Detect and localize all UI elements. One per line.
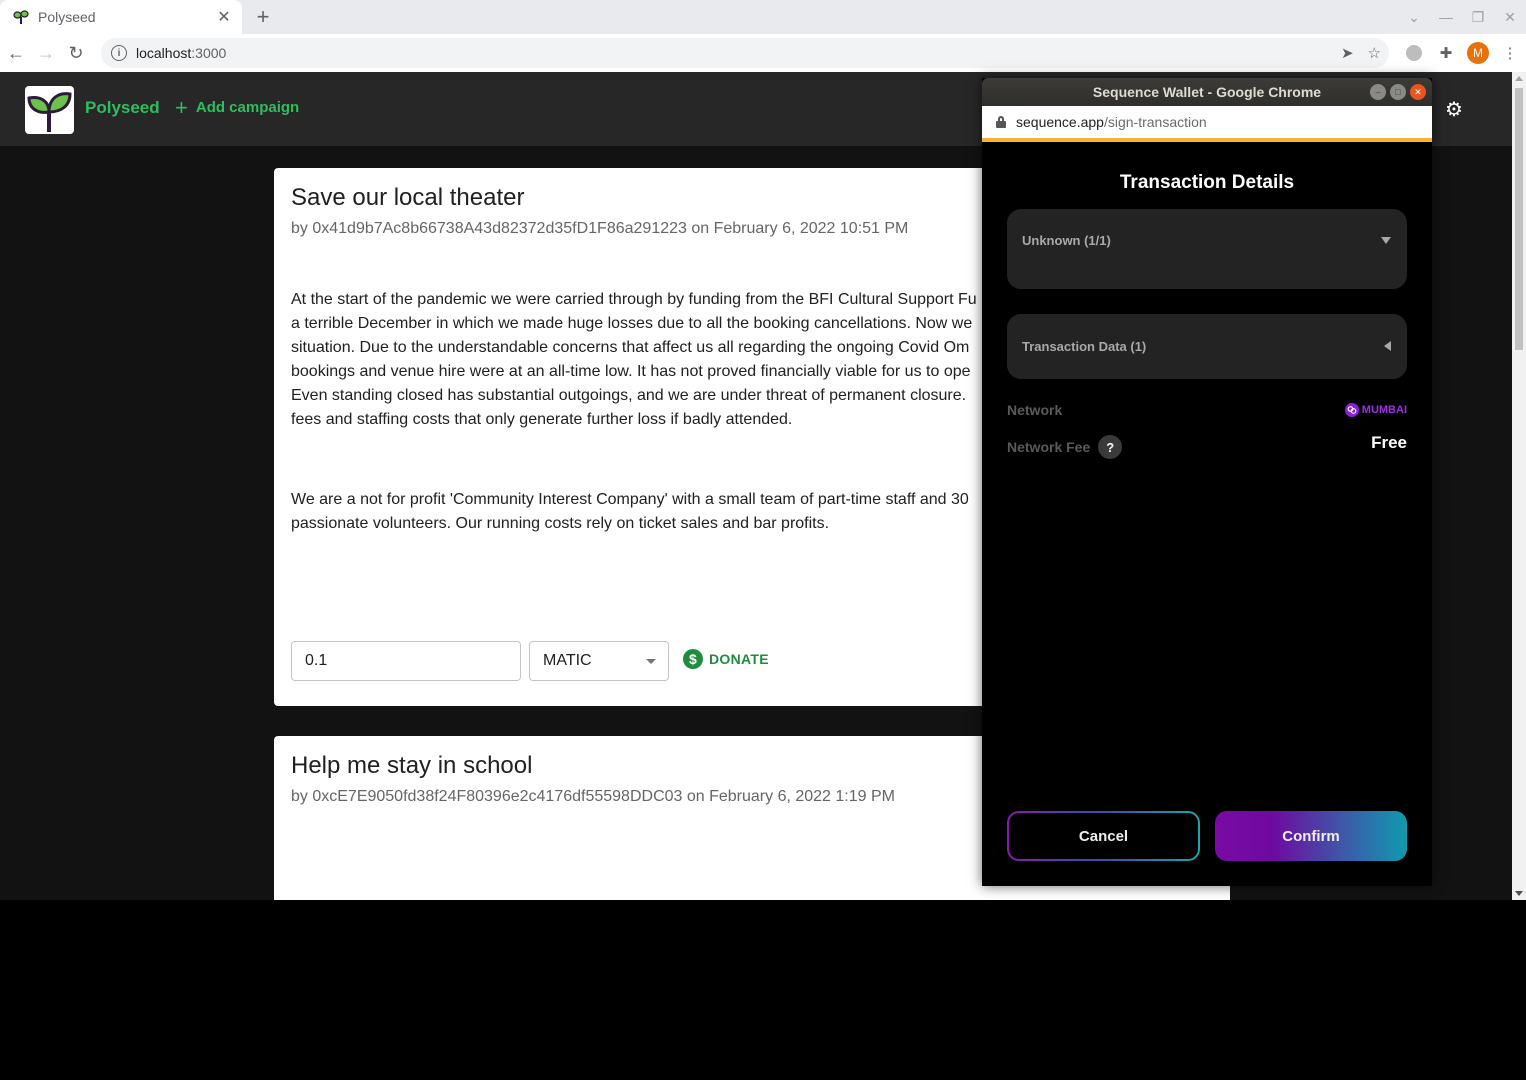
polygon-icon — [1344, 403, 1359, 417]
dropdown-caret-icon — [646, 659, 656, 664]
campaign-meta: by 0xcE7E9050fd38f24F80396e2c4176df55598… — [291, 788, 895, 805]
network-badge: MUMBAI — [1344, 403, 1407, 417]
caret-down-icon — [1381, 237, 1391, 244]
transaction-data-accordion[interactable]: Transaction Data (1) — [1007, 314, 1407, 379]
site-info-icon[interactable]: i — [111, 45, 127, 61]
url-port: :3000 — [191, 45, 227, 61]
kebab-menu-icon[interactable]: ⋮ — [1494, 44, 1526, 62]
caret-left-icon — [1384, 341, 1391, 351]
network-fee-row: Network Fee ? Free — [1007, 433, 1407, 459]
extension-globe-icon[interactable] — [1398, 45, 1430, 61]
network-value: MUMBAI — [1361, 404, 1407, 416]
minimize-icon[interactable]: — — [1430, 9, 1462, 25]
send-icon[interactable]: ➤ — [1341, 44, 1354, 62]
help-icon[interactable]: ? — [1098, 435, 1123, 459]
currency-select[interactable]: MATIC — [529, 641, 669, 681]
page-scrollbar[interactable] — [1512, 72, 1526, 900]
currency-value: MATIC — [543, 652, 592, 669]
popup-window-title: Sequence Wallet - Google Chrome — [1092, 84, 1322, 100]
donate-label: DONATE — [709, 651, 769, 667]
donation-amount-input[interactable]: 0.1 — [291, 641, 521, 681]
brand-link[interactable]: Polyseed — [85, 98, 160, 118]
tab-close-icon[interactable]: ✕ — [214, 7, 234, 27]
desktop-background — [0, 900, 1526, 1080]
popup-url-host: sequence.app — [1016, 114, 1104, 130]
restore-icon[interactable]: ❐ — [1462, 9, 1494, 26]
popup-address-bar: sequence.app/sign-transaction — [982, 106, 1432, 138]
network-fee-value: Free — [1371, 433, 1407, 452]
browser-tab-bar: Polyseed ✕ + ⌄ — ❐ ✕ — [0, 0, 1526, 34]
network-label: Network — [1007, 402, 1063, 418]
network-row: Network MUMBAI — [1007, 400, 1407, 424]
popup-close-icon[interactable]: ✕ — [1410, 84, 1426, 100]
add-campaign-button[interactable]: + Add campaign — [175, 94, 300, 120]
popup-titlebar[interactable]: Sequence Wallet - Google Chrome – □ ✕ — [982, 78, 1432, 106]
accordion-label: Transaction Data (1) — [1022, 339, 1147, 354]
transaction-heading: Transaction Details — [1119, 172, 1295, 193]
popup-window-controls: – □ ✕ — [1370, 84, 1426, 100]
accordion-label: Unknown (1/1) — [1022, 233, 1111, 248]
toolbar-extensions: ✚ M ⋮ — [1398, 34, 1526, 72]
reload-icon[interactable]: ↻ — [62, 39, 90, 67]
browser-tab[interactable]: Polyseed ✕ — [0, 0, 242, 34]
sequence-wallet-popup: Sequence Wallet - Google Chrome – □ ✕ se… — [982, 78, 1432, 886]
popup-maximize-icon[interactable]: □ — [1390, 84, 1406, 100]
transaction-panel: Transaction Details Unknown (1/1) Transa… — [982, 142, 1432, 886]
popup-url-path: /sign-transaction — [1103, 114, 1207, 130]
scroll-thumb[interactable] — [1515, 88, 1523, 350]
add-campaign-label: Add campaign — [195, 99, 300, 116]
back-icon[interactable]: ← — [2, 39, 30, 67]
confirm-button[interactable]: Confirm — [1215, 811, 1407, 861]
address-bar[interactable]: i localhost:3000 ➤ ☆ — [101, 38, 1389, 68]
campaign-title: Save our local theater — [291, 184, 525, 211]
browser-toolbar: ← → ↻ i localhost:3000 ➤ ☆ ✚ M ⋮ — [0, 34, 1526, 72]
scroll-up-icon[interactable] — [1515, 76, 1523, 81]
tab-title: Polyseed — [38, 9, 96, 25]
profile-avatar[interactable]: M — [1462, 42, 1494, 64]
close-window-icon[interactable]: ✕ — [1494, 9, 1526, 26]
scroll-down-icon[interactable] — [1515, 891, 1523, 896]
network-fee-label: Network Fee — [1007, 439, 1091, 455]
extensions-puzzle-icon[interactable]: ✚ — [1430, 44, 1462, 62]
polyseed-favicon-icon — [13, 9, 29, 25]
omnibox-actions: ➤ ☆ — [1341, 38, 1381, 68]
unknown-transaction-accordion[interactable]: Unknown (1/1) — [1007, 209, 1407, 289]
campaign-title: Help me stay in school — [291, 752, 533, 779]
donate-button[interactable]: $ DONATE — [683, 649, 769, 669]
url-host: localhost — [136, 45, 192, 61]
window-controls: ⌄ — ❐ ✕ — [1398, 0, 1526, 34]
network-fee-label-group: Network Fee ? — [1007, 435, 1123, 459]
bookmark-star-icon[interactable]: ☆ — [1368, 44, 1381, 62]
forward-icon[interactable]: → — [32, 39, 60, 67]
dollar-icon: $ — [683, 649, 703, 669]
polyseed-logo[interactable] — [25, 86, 74, 134]
popup-minimize-icon[interactable]: – — [1370, 84, 1386, 100]
new-tab-button[interactable]: + — [252, 4, 274, 29]
cancel-button[interactable]: Cancel — [1007, 811, 1200, 861]
campaign-meta: by 0x41d9b7Ac8b66738A43d82372d35fD1F86a2… — [291, 220, 909, 237]
settings-gear-icon[interactable]: ⚙ — [1443, 98, 1465, 121]
plus-icon: + — [175, 94, 188, 120]
url-text: localhost:3000 — [136, 45, 226, 61]
lock-icon — [996, 116, 1006, 128]
tab-search-icon[interactable]: ⌄ — [1398, 9, 1430, 26]
profile-initial: M — [1467, 42, 1489, 64]
